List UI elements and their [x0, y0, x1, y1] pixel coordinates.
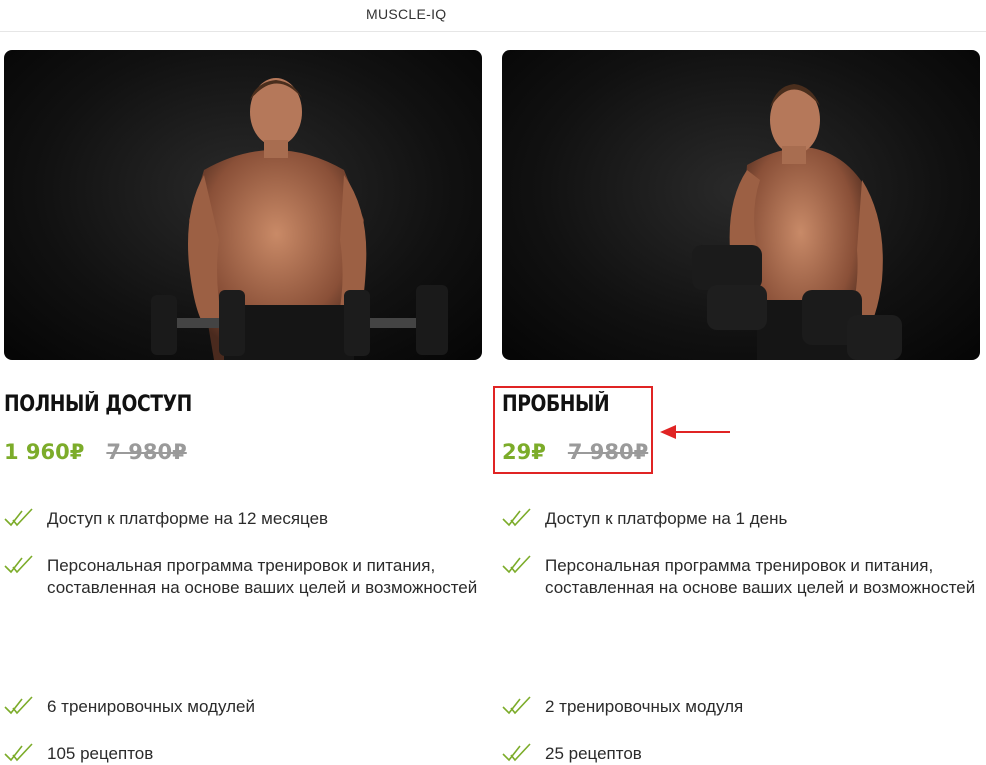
plan-card-full: ПОЛНЫЙ ДОСТУП 1 960₽ 7 980₽ Доступ к плат… [4, 50, 484, 763]
double-check-icon [502, 508, 531, 527]
price-row: 1 960₽ 7 980₽ [4, 440, 187, 464]
double-check-icon [502, 743, 531, 762]
plan-title: ПОЛНЫЙ ДОСТУП [4, 392, 192, 417]
athlete-image [151, 78, 448, 360]
feature-text: 105 рецептов [47, 744, 154, 763]
annotation-highlight-box [493, 386, 653, 474]
double-check-icon [502, 555, 531, 574]
feature-item: 25 рецептов [502, 743, 642, 765]
top-bar: MUSCLE-IQ [0, 0, 986, 32]
feature-item: 6 тренировочных модулей [4, 696, 255, 718]
left-arrow-icon [660, 425, 730, 439]
feature-text: Персональная программа тренировок и пита… [545, 556, 976, 597]
feature-item: 2 тренировочных модуля [502, 696, 743, 718]
brand-logo-text[interactable]: MUSCLE-IQ [366, 6, 447, 22]
double-check-icon [4, 555, 33, 574]
feature-text: 2 тренировочных модуля [545, 697, 744, 716]
price-current: 1 960₽ [4, 440, 85, 464]
price-old: 7 980₽ [106, 440, 187, 464]
feature-text: Доступ к платформе на 1 день [545, 509, 788, 528]
feature-item: Персональная программа тренировок и пита… [4, 555, 484, 599]
feature-text: Персональная программа тренировок и пита… [47, 556, 478, 597]
double-check-icon [4, 743, 33, 762]
double-check-icon [502, 696, 531, 715]
double-check-icon [4, 508, 33, 527]
feature-item: 105 рецептов [4, 743, 153, 765]
feature-item: Доступ к платформе на 1 день [502, 508, 787, 530]
feature-text: 25 рецептов [545, 744, 642, 763]
feature-item: Персональная программа тренировок и пита… [502, 555, 982, 599]
feature-text: Доступ к платформе на 12 месяцев [47, 509, 329, 528]
feature-text: 6 тренировочных модулей [47, 697, 255, 716]
athlete-image [692, 84, 902, 360]
plan-photo [502, 50, 980, 360]
feature-item: Доступ к платформе на 12 месяцев [4, 508, 328, 530]
plan-card-trial: ПРОБНЫЙ 29₽ 7 980₽ Доступ к платформе на … [502, 50, 982, 763]
double-check-icon [4, 696, 33, 715]
plan-photo [4, 50, 482, 360]
